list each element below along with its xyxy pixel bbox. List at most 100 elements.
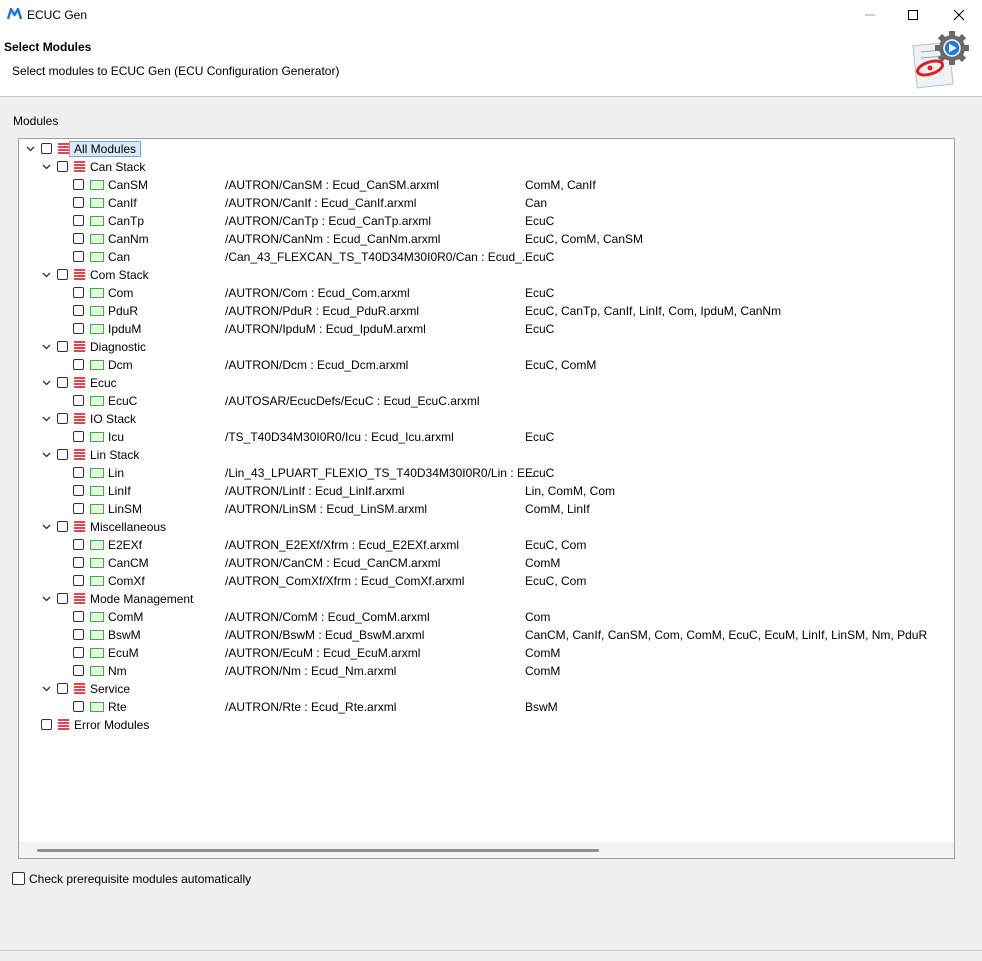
tree-checkbox[interactable] — [41, 719, 52, 730]
tree-item-module[interactable]: Rte/AUTRON/Rte : Ecud_Rte.arxml BswM — [19, 698, 954, 716]
tree-item-label[interactable]: ComM — [108, 610, 143, 624]
tree-item-root[interactable]: Error Modules — [19, 716, 954, 734]
tree-checkbox[interactable] — [73, 575, 84, 586]
tree-checkbox[interactable] — [73, 539, 84, 550]
tree-item-module[interactable]: LinIf/AUTRON/LinIf : Ecud_LinIf.arxml Lin… — [19, 482, 954, 500]
tree-item-label[interactable]: Can Stack — [90, 160, 145, 174]
tree-item-group[interactable]: Lin Stack — [19, 446, 954, 464]
tree-item-label[interactable]: Dcm — [108, 358, 133, 372]
tree-checkbox[interactable] — [73, 503, 84, 514]
tree-item-label[interactable]: Ecuc — [90, 376, 117, 390]
tree-checkbox[interactable] — [73, 233, 84, 244]
tree-item-group[interactable]: Can Stack — [19, 158, 954, 176]
tree-item-module[interactable]: E2EXf/AUTRON_E2EXf/Xfrm : Ecud_E2EXf.arx… — [19, 536, 954, 554]
tree-item-module[interactable]: Can/Can_43_FLEXCAN_TS_T40D34M30I0R0/Can … — [19, 248, 954, 266]
tree-item-label[interactable]: All Modules — [69, 141, 142, 157]
tree-item-module[interactable]: IpduM/AUTRON/IpduM : Ecud_IpduM.arxml Ecu… — [19, 320, 954, 338]
tree-item-label[interactable]: Com Stack — [90, 268, 149, 282]
tree-checkbox[interactable] — [57, 449, 68, 460]
tree-item-group[interactable]: IO Stack — [19, 410, 954, 428]
tree-checkbox[interactable] — [57, 377, 68, 388]
tree-item-label[interactable]: BswM — [108, 628, 141, 642]
tree-checkbox[interactable] — [57, 593, 68, 604]
tree-item-module[interactable]: Lin/Lin_43_LPUART_FLEXIO_TS_T40D34M30I0R… — [19, 464, 954, 482]
tree-item-module[interactable]: Com/AUTRON/Com : Ecud_Com.arxml EcuC — [19, 284, 954, 302]
tree-item-label[interactable]: Diagnostic — [90, 340, 146, 354]
tree-item-label[interactable]: EcuM — [108, 646, 139, 660]
tree-item-label[interactable]: Icu — [108, 430, 124, 444]
horizontal-scrollbar[interactable] — [19, 842, 954, 858]
tree-item-label[interactable]: Can — [108, 250, 130, 264]
tree-checkbox[interactable] — [73, 323, 84, 334]
tree-item-group[interactable]: Miscellaneous — [19, 518, 954, 536]
tree-item-module[interactable]: ComXf/AUTRON_ComXf/Xfrm : Ecud_ComXf.arx… — [19, 572, 954, 590]
tree-item-label[interactable]: EcuC — [108, 394, 137, 408]
tree-checkbox[interactable] — [57, 413, 68, 424]
tree-item-module[interactable]: Icu/TS_T40D34M30I0R0/Icu : Ecud_Icu.arxm… — [19, 428, 954, 446]
tree-item-module[interactable]: BswM/AUTRON/BswM : Ecud_BswM.arxml CanCM,… — [19, 626, 954, 644]
tree-item-module[interactable]: LinSM/AUTRON/LinSM : Ecud_LinSM.arxml Com… — [19, 500, 954, 518]
tree-item-module[interactable]: PduR/AUTRON/PduR : Ecud_PduR.arxml EcuC, … — [19, 302, 954, 320]
tree-checkbox[interactable] — [73, 665, 84, 676]
chevron-down-icon[interactable] — [41, 590, 51, 608]
tree-checkbox[interactable] — [57, 269, 68, 280]
chevron-down-icon[interactable] — [41, 266, 51, 284]
tree-item-module[interactable]: ComM/AUTRON/ComM : Ecud_ComM.arxml Com — [19, 608, 954, 626]
tree-item-label[interactable]: IpduM — [108, 322, 141, 336]
tree-checkbox[interactable] — [57, 683, 68, 694]
tree-item-module[interactable]: CanCM/AUTRON/CanCM : Ecud_CanCM.arxml Com… — [19, 554, 954, 572]
prereq-label[interactable]: Check prerequisite modules automatically — [29, 872, 251, 886]
tree-item-group[interactable]: Mode Management — [19, 590, 954, 608]
tree-item-label[interactable]: LinSM — [108, 502, 142, 516]
tree-item-label[interactable]: CanNm — [108, 232, 149, 246]
tree-checkbox[interactable] — [73, 467, 84, 478]
tree-item-label[interactable]: CanIf — [108, 196, 137, 210]
tree-checkbox[interactable] — [73, 197, 84, 208]
chevron-down-icon[interactable] — [41, 158, 51, 176]
tree-item-label[interactable]: Nm — [108, 664, 127, 678]
tree-item-label[interactable]: CanCM — [108, 556, 149, 570]
tree-item-root[interactable]: All Modules — [19, 140, 954, 158]
tree-checkbox[interactable] — [73, 179, 84, 190]
prereq-checkbox[interactable] — [12, 872, 25, 885]
tree-checkbox[interactable] — [73, 359, 84, 370]
tree-item-group[interactable]: Service — [19, 680, 954, 698]
chevron-down-icon[interactable] — [41, 374, 51, 392]
tree-checkbox[interactable] — [73, 395, 84, 406]
tree-item-module[interactable]: CanIf/AUTRON/CanIf : Ecud_CanIf.arxml Can — [19, 194, 954, 212]
chevron-down-icon[interactable] — [41, 518, 51, 536]
tree-item-group[interactable]: Ecuc — [19, 374, 954, 392]
tree-checkbox[interactable] — [57, 521, 68, 532]
tree-item-label[interactable]: CanSM — [108, 178, 148, 192]
tree-checkbox[interactable] — [73, 287, 84, 298]
tree-item-label[interactable]: LinIf — [108, 484, 131, 498]
scrollbar-thumb[interactable] — [37, 849, 599, 852]
tree-checkbox[interactable] — [73, 431, 84, 442]
tree-item-label[interactable]: Service — [90, 682, 130, 696]
chevron-down-icon[interactable] — [41, 446, 51, 464]
tree-item-label[interactable]: Rte — [108, 700, 127, 714]
maximize-button[interactable] — [890, 0, 936, 30]
tree-item-module[interactable]: Dcm/AUTRON/Dcm : Ecud_Dcm.arxml EcuC, Com… — [19, 356, 954, 374]
chevron-down-icon[interactable] — [25, 140, 35, 158]
tree-item-label[interactable]: PduR — [108, 304, 138, 318]
tree-item-module[interactable]: Nm/AUTRON/Nm : Ecud_Nm.arxml ComM — [19, 662, 954, 680]
tree-item-label[interactable]: Miscellaneous — [90, 520, 166, 534]
tree-item-module[interactable]: EcuM/AUTRON/EcuM : Ecud_EcuM.arxml ComM — [19, 644, 954, 662]
tree-item-label[interactable]: Error Modules — [74, 718, 149, 732]
tree-checkbox[interactable] — [73, 305, 84, 316]
tree-item-module[interactable]: CanNm/AUTRON/CanNm : Ecud_CanNm.arxml Ecu… — [19, 230, 954, 248]
tree-item-label[interactable]: Lin Stack — [90, 448, 139, 462]
tree-item-label[interactable]: Lin — [108, 466, 124, 480]
close-button[interactable] — [936, 0, 982, 30]
tree-checkbox[interactable] — [73, 611, 84, 622]
tree-checkbox[interactable] — [73, 251, 84, 262]
tree-checkbox[interactable] — [73, 647, 84, 658]
chevron-down-icon[interactable] — [41, 410, 51, 428]
chevron-down-icon[interactable] — [41, 680, 51, 698]
tree-checkbox[interactable] — [57, 161, 68, 172]
tree-item-label[interactable]: IO Stack — [90, 412, 136, 426]
tree-item-module[interactable]: CanTp/AUTRON/CanTp : Ecud_CanTp.arxml Ecu… — [19, 212, 954, 230]
minimize-button[interactable] — [847, 0, 893, 30]
tree-item-label[interactable]: E2EXf — [108, 538, 142, 552]
